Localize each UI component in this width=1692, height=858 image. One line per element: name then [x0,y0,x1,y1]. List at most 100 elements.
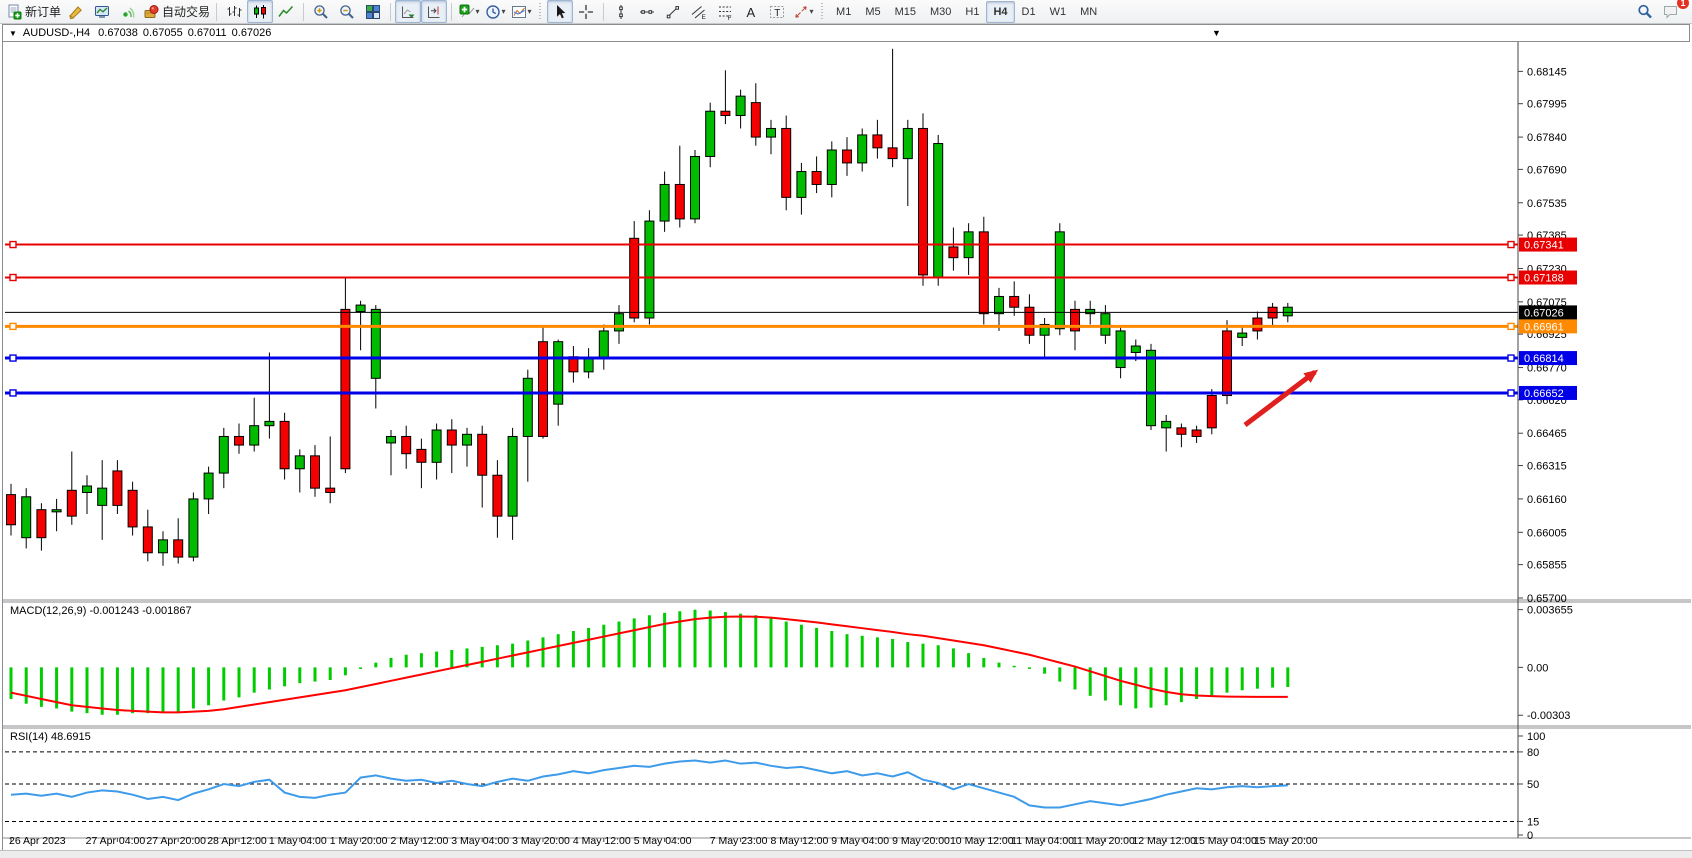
timeframe-H4-button[interactable]: H4 [986,1,1014,23]
chart-shift-marker-icon[interactable]: ▼ [1212,28,1221,38]
line-handle[interactable] [1508,275,1514,281]
arrows-dropdown-icon[interactable]: ▾ [810,7,814,16]
candle-body [52,510,61,512]
price-tick-label: 0.67690 [1527,164,1567,176]
line-handle[interactable] [10,275,16,281]
timeframe-M5-button[interactable]: M5 [858,1,887,23]
toolbar-search-button[interactable] [1632,0,1658,23]
chart-window: ▼ AUDUSD-,H4 0.67038 0.67055 0.67011 0.6… [2,24,1690,850]
tiles-icon [365,4,381,20]
timeframe-M1-button[interactable]: M1 [829,1,858,23]
toolbar-horizontal-line-button[interactable] [634,0,660,23]
toolbar-fibonacci-button[interactable]: F [712,0,738,23]
toolbar-zoom-in-button[interactable] [308,0,334,23]
candle-body [919,128,928,274]
candle-body [949,247,958,258]
toolbar-separator [390,3,391,21]
toolbar-zoom-out-button[interactable] [334,0,360,23]
time-axis-label: 1 May 04:00 [269,835,327,847]
candle-body [888,148,897,159]
candle-body [599,331,608,359]
candle-body [903,128,912,158]
indicators-dropdown-icon[interactable]: ▾ [476,7,480,16]
toolbar-vertical-line-button[interactable] [608,0,634,23]
chat-badge: 1 [1677,0,1689,9]
candle-body [219,436,228,473]
crosshair-icon [578,4,594,20]
line-handle[interactable] [10,242,16,248]
line-handle[interactable] [10,323,16,329]
clock-icon [485,4,501,20]
toolbar-crosshair-button[interactable] [573,0,599,23]
time-axis-label: 9 May 04:00 [831,835,889,847]
toolbar-tile-windows-button[interactable] [360,0,386,23]
zoomout-icon [339,4,355,20]
toolbar-auto-trading-button[interactable]: 自动交易 [141,0,212,23]
line-handle[interactable] [10,355,16,361]
candle-body [37,510,46,538]
toolbar-candlestick-chart-button[interactable] [247,0,273,23]
time-axis-label: 15 May 04:00 [1193,835,1257,847]
candle-body [432,430,441,462]
toolbar-chat-button[interactable]: 1 [1658,0,1684,23]
toolbar-templates-button[interactable]: ▾ [508,0,534,23]
zoomin-icon [313,4,329,20]
line-handle[interactable] [1508,390,1514,396]
candle-body [402,436,411,453]
toolbar-styles-button[interactable] [63,0,89,23]
line-handle[interactable] [10,390,16,396]
line-handle[interactable] [1508,242,1514,248]
toolbar-bar-chart-button[interactable] [221,0,247,23]
toolbar-arrows-button[interactable]: ▾ [790,0,816,23]
toolbar-separator [303,3,304,21]
crayon-icon [68,4,84,20]
toolbar-chart-shift-button[interactable] [421,0,447,23]
toolbar-cursor-button[interactable] [547,0,573,23]
time-axis-label: 12 May 12:00 [1132,835,1196,847]
price-tick-label: 0.68145 [1527,66,1567,78]
toolbar-text-button[interactable]: A [738,0,764,23]
toolbar-auto-scroll-button[interactable] [395,0,421,23]
timeframe-W1-button[interactable]: W1 [1043,1,1074,23]
timeframe-M15-button[interactable]: M15 [888,1,923,23]
timeframe-H1-button[interactable]: H1 [958,1,986,23]
chart-menu-icon[interactable]: ▼ [9,29,17,38]
toolbar-indicators-button[interactable]: ▾ [456,0,482,23]
periods-dropdown-icon[interactable]: ▾ [502,7,506,16]
candle-body [67,490,76,516]
monitor-icon [94,4,110,20]
candle-body [1192,430,1201,436]
candle-body [113,471,122,505]
toolbar-trendline-button[interactable] [660,0,686,23]
time-axis[interactable]: 26 Apr 202327 Apr 04:0027 Apr 20:0028 Ap… [9,835,1318,847]
autotrade-icon [143,4,159,20]
toolbar-text-label-button[interactable]: T [764,0,790,23]
toolbar-new-order-button[interactable]: 新订单 [4,0,63,23]
candle-body [493,475,502,516]
timeframe-D1-button[interactable]: D1 [1015,1,1043,23]
toolbar-signals-button[interactable] [115,0,141,23]
candle-body [1223,331,1232,396]
price-tick-label: 0.66315 [1527,461,1567,473]
toolbar-charts-button[interactable] [89,0,115,23]
toolbar-line-chart-button[interactable] [273,0,299,23]
toolbar-grip [538,3,543,21]
price-label-text: 0.67341 [1524,240,1564,252]
time-axis-label: 26 Apr 2023 [9,835,66,847]
toolbar-periods-button[interactable]: ▾ [482,0,508,23]
price-chart[interactable]: 0.683000.681450.679950.678400.676900.675… [3,42,1691,850]
templates-dropdown-icon[interactable]: ▾ [528,7,532,16]
line-handle[interactable] [1508,323,1514,329]
bars-icon [226,4,242,20]
price-label-text: 0.66652 [1524,388,1564,400]
candle-body [265,421,274,425]
line-handle[interactable] [1508,355,1514,361]
toolbar-equidistant-channel-button[interactable]: E [686,0,712,23]
timeframe-MN-button[interactable]: MN [1073,1,1104,23]
candle-body [311,456,320,488]
candle-body [1055,232,1064,329]
timeframe-M30-button[interactable]: M30 [923,1,958,23]
time-axis-label: 5 May 04:00 [634,835,692,847]
auto-trading-label: 自动交易 [162,3,210,20]
candle-body [995,296,1004,313]
